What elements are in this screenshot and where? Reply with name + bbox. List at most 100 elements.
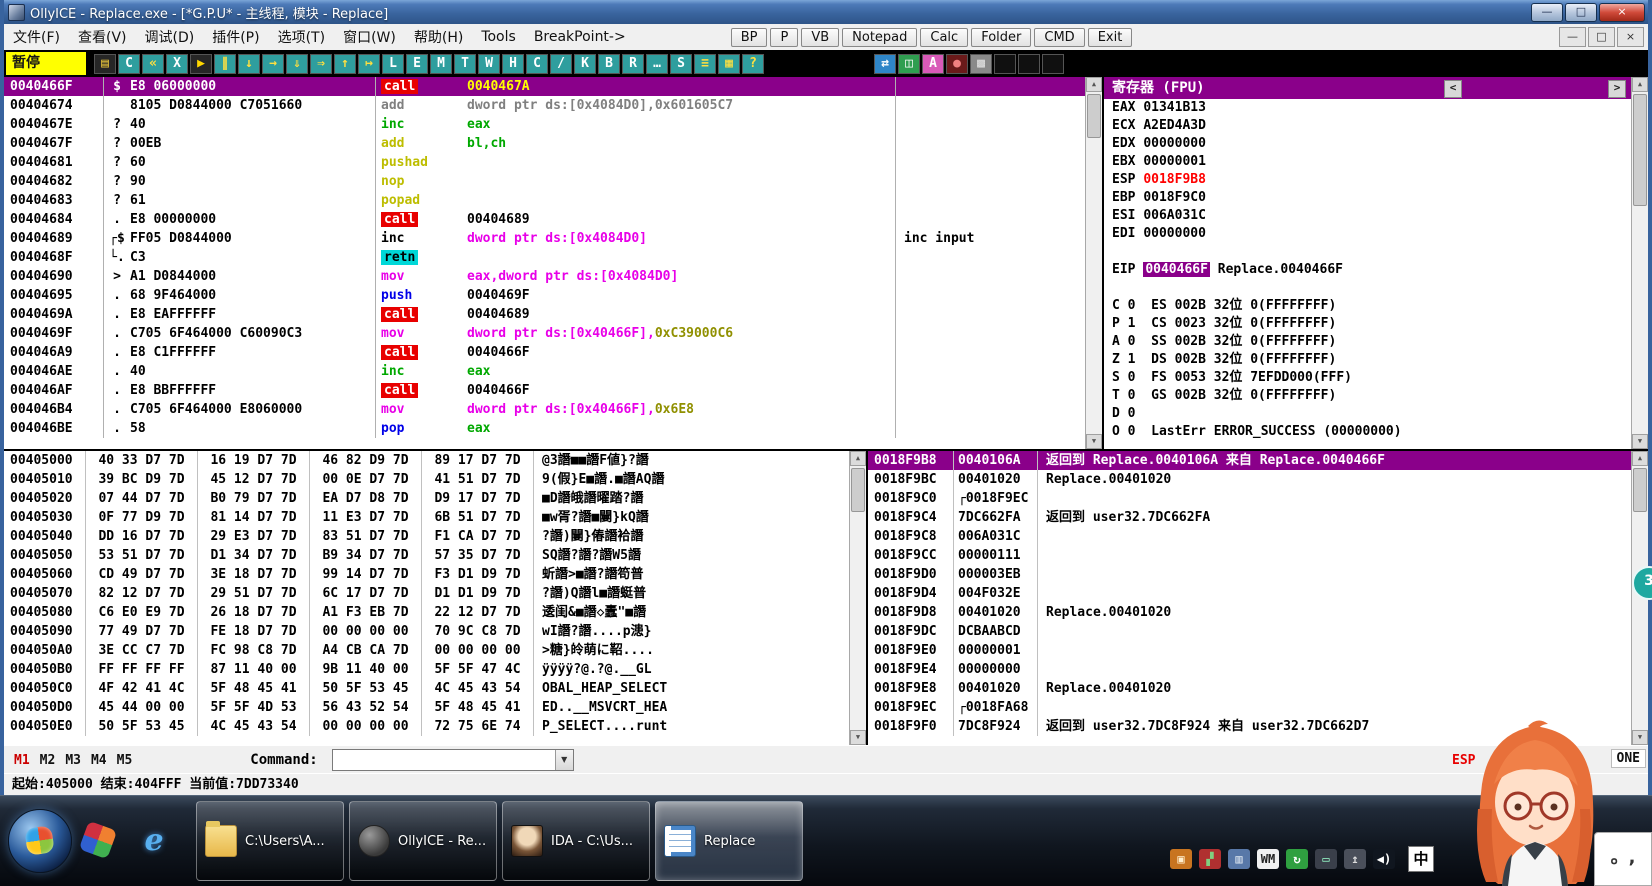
trace-over-button[interactable]: ⇒ — [310, 53, 332, 74]
disasm-row[interactable]: 004046B4. C705 6F464000 E8060000 mov dword … — [4, 400, 1086, 419]
macro-tab-m1[interactable]: M1 — [14, 753, 30, 768]
disasm-row[interactable]: 004046A9. E8 C1FFFFFF call 0040466F — [4, 343, 1086, 362]
taskbar-window-replace[interactable]: Replace — [655, 801, 803, 881]
run-button[interactable]: ▶ — [190, 53, 212, 74]
title-bar[interactable]: OllyICE - Replace.exe - [*G.P.U* - 主线程, … — [4, 0, 1648, 24]
scrollbar-track[interactable] — [1086, 92, 1102, 434]
dump-row[interactable]: 00405050 53 51 D7 7D D1 34 D7 7D B9 34 D7 7… — [4, 546, 850, 565]
tray-volume-icon[interactable]: ◀) — [1373, 849, 1395, 869]
scroll-up-button[interactable]: ▲ — [850, 451, 866, 466]
disasm-row[interactable]: 00404684. E8 00000000 call 00404689 — [4, 210, 1086, 229]
menu-plugin-button[interactable]: CMD — [1034, 27, 1085, 47]
stack-row[interactable]: 0018F9B8 0040106A 返回到 Replace.0040106A 来自 … — [868, 451, 1632, 470]
plugin-record-button[interactable]: ● — [946, 53, 968, 74]
disasm-row[interactable]: 0040467F? 00EB add bl,ch — [4, 134, 1086, 153]
tray-usb-icon[interactable]: ↥ — [1344, 849, 1366, 869]
scrollbar-track[interactable] — [1632, 92, 1648, 434]
dump-row[interactable]: 00405060 CD 49 D7 7D 3E 18 D7 7D 99 14 D7 7… — [4, 565, 850, 584]
menu-plugin-button[interactable]: P — [770, 27, 799, 47]
tray-display-icon[interactable]: ▭ — [1315, 849, 1337, 869]
disasm-row[interactable]: 00404695. 68 9F464000 push 0040469F — [4, 286, 1086, 305]
execute-till-return-button[interactable]: ↑ — [334, 53, 356, 74]
stack-row[interactable]: 0018F9E8 00401020 Replace.00401020 — [868, 679, 1632, 698]
log-window-button[interactable]: L — [382, 53, 404, 74]
scroll-down-button[interactable]: ▼ — [850, 730, 866, 745]
tray-orange-app-icon[interactable]: ▣ — [1170, 849, 1192, 869]
stack-row[interactable]: 0018F9C8 006A031C — [868, 527, 1632, 546]
disassembly-scrollbar[interactable]: ▲ ▼ — [1085, 77, 1102, 449]
plugin-analyze-button[interactable]: A — [922, 53, 944, 74]
scroll-down-button[interactable]: ▼ — [1086, 434, 1102, 449]
disasm-row[interactable]: 004046AF. E8 BBFFFFFF call 0040466F — [4, 381, 1086, 400]
macro-tab-m2[interactable]: M2 — [40, 753, 56, 768]
disasm-row[interactable]: 0040467E? 40 inc eax — [4, 115, 1086, 134]
menu-item[interactable]: 窗口(W) — [334, 25, 405, 49]
scrollbar-track[interactable] — [850, 466, 866, 730]
dump-row[interactable]: 004050E0 50 5F 53 45 4C 45 43 54 00 00 00 0… — [4, 717, 850, 736]
dump-row[interactable]: 004050A0 3E CC C7 7D FC 98 C8 7D A4 CB CA 7… — [4, 641, 850, 660]
plugin-blank-3-button[interactable] — [1042, 53, 1064, 74]
trace-into-button[interactable]: ⇓ — [286, 53, 308, 74]
disasm-row[interactable]: 004046AE. 40 inc eax — [4, 362, 1086, 381]
scrollbar-thumb[interactable] — [1633, 468, 1647, 512]
maximize-button[interactable]: □ — [1565, 2, 1597, 22]
command-dropdown-button[interactable]: ▼ — [554, 750, 573, 770]
mdi-close-button[interactable]: × — [1617, 27, 1644, 47]
step-back-button[interactable]: « — [142, 53, 164, 74]
taskbar-window-olly[interactable]: OllyICE - Re... — [349, 801, 497, 881]
stack-row[interactable]: 0018F9E0 00000001 — [868, 641, 1632, 660]
plugin-window-button[interactable]: ◫ — [898, 53, 920, 74]
mdi-restore-button[interactable]: □ — [1588, 27, 1615, 47]
menu-item[interactable]: 插件(P) — [203, 25, 268, 49]
source-window-button[interactable]: S — [670, 53, 692, 74]
stack-row[interactable]: 0018F9CC 00000111 — [868, 546, 1632, 565]
register-row[interactable] — [1104, 243, 1648, 261]
taskbar-window-folder[interactable]: C:\Users\A... — [196, 801, 344, 881]
scroll-up-button[interactable]: ▲ — [1086, 77, 1102, 92]
step-into-button[interactable]: ↓ — [238, 53, 260, 74]
disasm-row[interactable]: 00404674 8105 D0844000 C7051660 add dword p… — [4, 96, 1086, 115]
disasm-row[interactable]: 00404683? 61 popad — [4, 191, 1086, 210]
menu-item[interactable]: Tools — [472, 27, 525, 47]
register-row[interactable]: EDX 00000000 — [1104, 135, 1648, 153]
handles-window-button[interactable]: H — [502, 53, 524, 74]
plugin-swap-button[interactable]: ⇄ — [874, 53, 896, 74]
threads-window-button[interactable]: T — [454, 53, 476, 74]
breakpoints-window-button[interactable]: B — [598, 53, 620, 74]
stack-row[interactable]: 0018F9BC 00401020 Replace.00401020 — [868, 470, 1632, 489]
menu-item[interactable]: 查看(V) — [69, 25, 136, 49]
scrollbar-thumb[interactable] — [851, 468, 865, 512]
dump-scrollbar[interactable]: ▲ ▼ — [849, 451, 866, 745]
plugin-grid-button[interactable]: ▩ — [970, 53, 992, 74]
disasm-row[interactable]: 0040469F. C705 6F464000 C60090C3 mov dword … — [4, 324, 1086, 343]
scroll-down-button[interactable]: ▼ — [1632, 730, 1648, 745]
dump-row[interactable]: 00405070 82 12 D7 7D 29 51 D7 7D 6C 17 D7 7… — [4, 584, 850, 603]
stack-row[interactable]: 0018F9D0 000003EB — [868, 565, 1632, 584]
register-row[interactable]: ESP 0018F9B8 — [1104, 171, 1648, 189]
dump-row[interactable]: 00405020 07 44 D7 7D B0 79 D7 7D EA D7 D8 7… — [4, 489, 850, 508]
scroll-up-button[interactable]: ▲ — [1632, 451, 1648, 466]
disasm-row[interactable]: 004046BE. 58 pop eax — [4, 419, 1086, 438]
scroll-down-button[interactable]: ▼ — [1632, 434, 1648, 449]
restart-button[interactable]: C — [118, 53, 140, 74]
dump-row[interactable]: 004050B0 FF FF FF FF 87 11 40 00 9B 11 40 0… — [4, 660, 850, 679]
register-row[interactable]: ESI 006A031C — [1104, 207, 1648, 225]
stack-row[interactable]: 0018F9C0 ┌0018F9EC — [868, 489, 1632, 508]
dump-row[interactable]: 00405040 DD 16 D7 7D 29 E3 D7 7D 83 51 D7 7… — [4, 527, 850, 546]
registers-scrollbar[interactable]: ▲ ▼ — [1631, 77, 1648, 449]
disasm-row[interactable]: 00404690 > A1 D0844000 mov eax,dword ptr ds:… — [4, 267, 1086, 286]
dump-row[interactable]: 00405010 39 BC D9 7D 45 12 D7 7D 00 0E D7 7… — [4, 470, 850, 489]
dump-row[interactable]: 004050C0 4F 42 41 4C 5F 48 45 41 50 5F 53 4… — [4, 679, 850, 698]
register-row[interactable]: ECX A2ED4A3D — [1104, 117, 1648, 135]
register-row[interactable]: O 0 LastErr ERROR_SUCCESS (00000000) — [1104, 423, 1648, 441]
disasm-row[interactable]: 0040468F └. C3 retn — [4, 248, 1086, 267]
tray-wm-icon[interactable]: WM — [1257, 849, 1279, 869]
tray-chip-icon[interactable]: ▥ — [1228, 849, 1250, 869]
go-to-button[interactable]: ↦ — [358, 53, 380, 74]
macro-tab-m5[interactable]: M5 — [117, 753, 133, 768]
close-program-button[interactable]: X — [166, 53, 188, 74]
ime-language-indicator[interactable]: 中 — [1408, 846, 1434, 872]
register-row[interactable]: Z 1 DS 002B 32位 0(FFFFFFFF) — [1104, 351, 1648, 369]
disasm-row[interactable]: 0040469A. E8 EAFFFFFF call 00404689 — [4, 305, 1086, 324]
open-file-button[interactable]: ▤ — [94, 53, 116, 74]
